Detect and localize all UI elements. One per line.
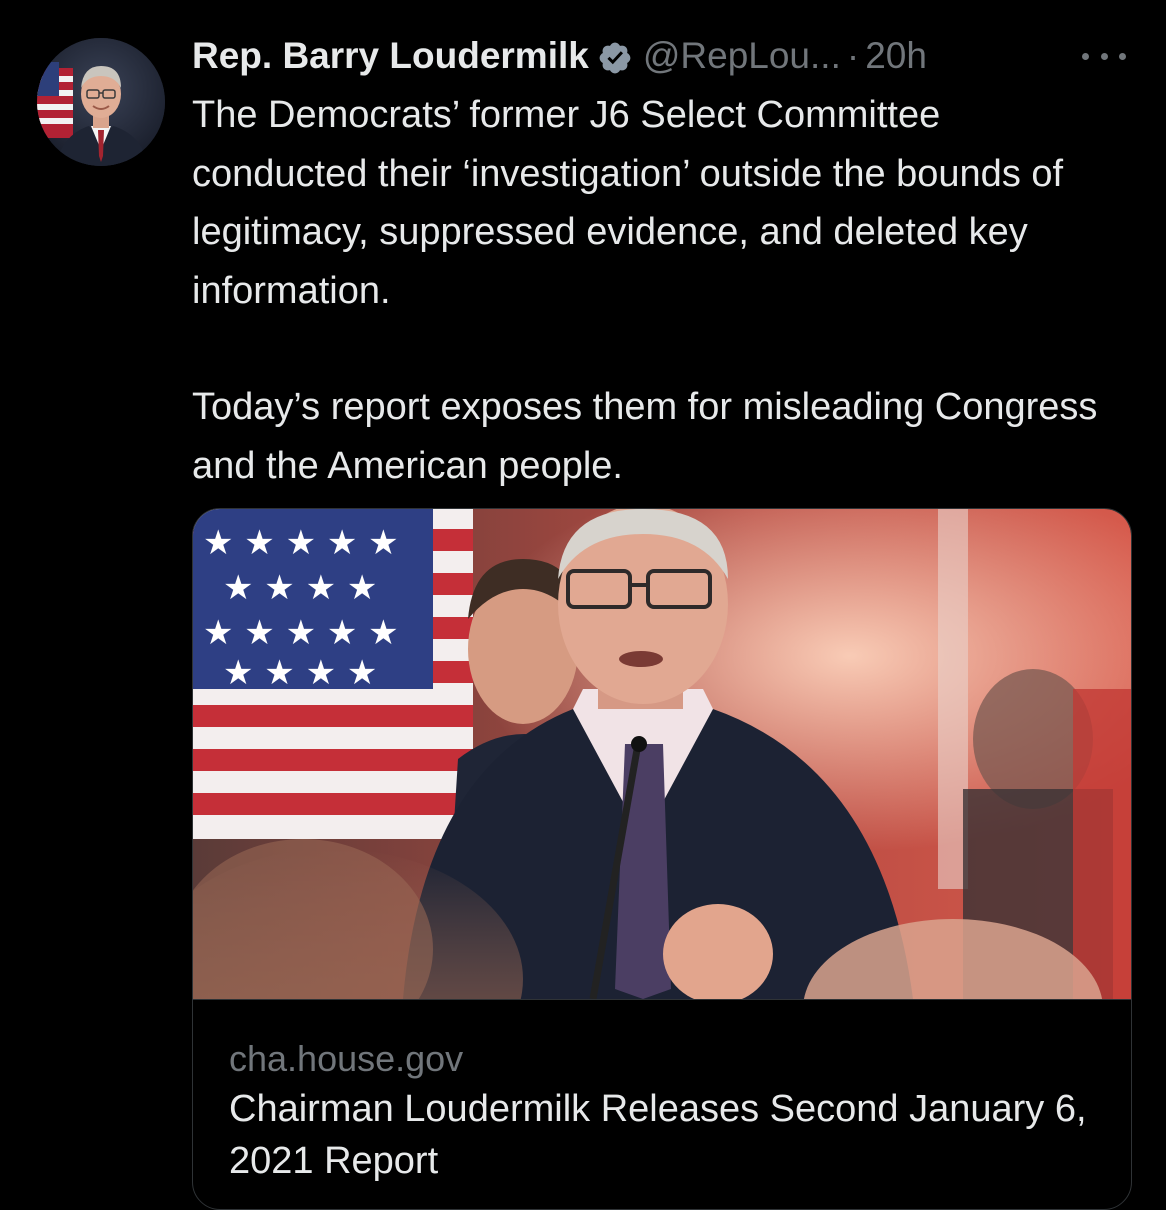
- verified-badge-icon: [597, 38, 633, 74]
- svg-text:★ ★ ★ ★: ★ ★ ★ ★: [223, 568, 377, 608]
- link-card-image[interactable]: ★ ★ ★ ★ ★ ★ ★ ★ ★ ★ ★ ★ ★ ★ ★ ★ ★ ★: [193, 509, 1131, 999]
- link-card-domain[interactable]: cha.house.gov: [229, 1035, 463, 1083]
- tweet-paragraph: The Democrats’ former J6 Select Committe…: [192, 94, 1064, 312]
- tweet-header: Rep. Barry Loudermilk @RepLou... · 20h: [192, 30, 927, 82]
- svg-text:★ ★ ★ ★: ★ ★ ★ ★: [223, 653, 377, 693]
- separator-dot: ·: [846, 35, 860, 76]
- link-card-divider: [193, 999, 1131, 1000]
- tweet[interactable]: Rep. Barry Loudermilk @RepLou... · 20h T…: [0, 0, 1166, 1210]
- author-handle[interactable]: @RepLou...: [643, 30, 841, 82]
- avatar-image: [37, 38, 165, 166]
- svg-text:★ ★ ★ ★ ★: ★ ★ ★ ★ ★: [203, 613, 399, 653]
- author-display-name[interactable]: Rep. Barry Loudermilk: [192, 30, 589, 82]
- tweet-paragraph: Today’s report exposes them for misleadi…: [192, 386, 1098, 487]
- press-conference-photo-icon: ★ ★ ★ ★ ★ ★ ★ ★ ★ ★ ★ ★ ★ ★ ★ ★ ★ ★: [193, 509, 1131, 999]
- link-card-title[interactable]: Chairman Loudermilk Releases Second Janu…: [229, 1083, 1109, 1187]
- timestamp[interactable]: 20h: [865, 30, 927, 82]
- author-avatar[interactable]: [37, 38, 165, 166]
- more-options-icon[interactable]: [1082, 44, 1126, 68]
- svg-text:★ ★ ★ ★ ★: ★ ★ ★ ★ ★: [203, 523, 399, 563]
- tweet-text: The Democrats’ former J6 Select Committe…: [192, 86, 1112, 495]
- link-card[interactable]: ★ ★ ★ ★ ★ ★ ★ ★ ★ ★ ★ ★ ★ ★ ★ ★ ★ ★ cha.…: [192, 508, 1132, 1210]
